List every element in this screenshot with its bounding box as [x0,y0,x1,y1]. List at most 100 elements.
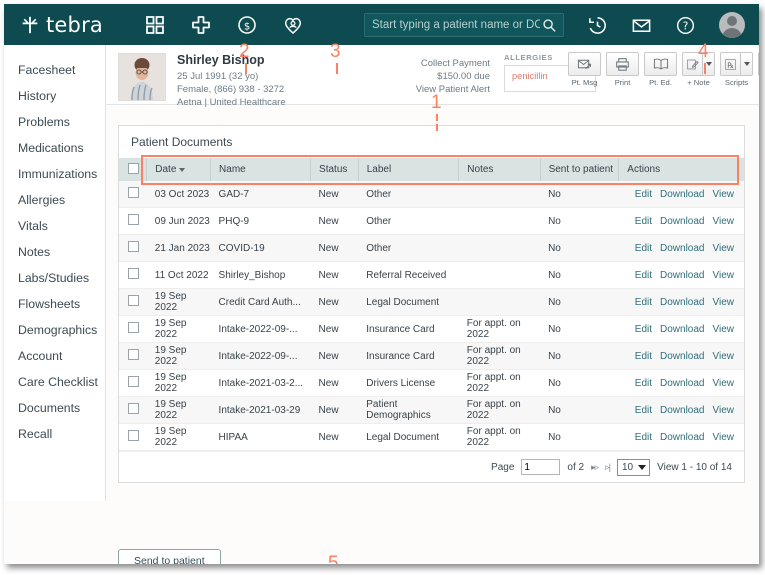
column-date[interactable]: Date [146,158,212,181]
mail-icon[interactable] [631,15,652,36]
sidebar-item-allergies[interactable]: Allergies [4,187,105,213]
last-page-button[interactable]: ▹| [605,462,611,473]
sidebar-item-facesheet[interactable]: Facesheet [4,57,105,83]
patient-search[interactable] [364,13,564,37]
row-action-view-link[interactable]: View [713,189,735,200]
select-all-checkbox[interactable] [128,162,139,174]
row-checkbox[interactable] [128,376,139,387]
plus-icon[interactable] [191,15,211,35]
grid-icon[interactable] [145,15,165,35]
pt-msg-button[interactable]: Pt. Msg [568,52,601,87]
table-row[interactable]: 19 Sep 2022 Intake-2022-09-... New Insuranc… [119,315,744,343]
row-checkbox[interactable] [128,214,139,225]
table-row[interactable]: 21 Jan 2023 COVID-19 New Other No Edit Downloa… [119,234,744,262]
row-checkbox[interactable] [128,187,139,198]
column-sent-to-patient[interactable]: Sent to patient [540,158,620,181]
row-action-edit-link[interactable]: Edit [635,243,652,254]
column-label[interactable]: Label [358,158,460,181]
scripts-button[interactable]: ℞ Scripts [720,52,753,87]
table-row[interactable]: 19 Sep 2022 Intake-2021-03-29 New Patient D… [119,396,744,424]
sidebar-item-account[interactable]: Account [4,343,105,369]
row-status: New [310,315,359,343]
help-icon[interactable]: ? [675,15,696,36]
row-action-view-link[interactable]: View [713,324,735,335]
row-action-view-link[interactable]: View [713,405,735,416]
sidebar-item-recall[interactable]: Recall [4,421,105,447]
row-action-download-link[interactable]: Download [660,270,704,281]
row-action-download-link[interactable]: Download [660,351,704,362]
table-row[interactable]: 19 Sep 2022 Intake-2022-09-... New Insuranc… [119,342,744,370]
page-size-select[interactable]: 10 [617,458,651,476]
patient-message-icon [568,52,601,76]
table-row[interactable]: 19 Sep 2022 Credit Card Auth... New Legal D… [119,288,744,316]
table-row[interactable]: 09 Jun 2023 PHQ-9 New Other No Edit Download Vi… [119,207,744,235]
row-action-edit-link[interactable]: Edit [635,270,652,281]
search-icon[interactable] [542,18,557,33]
column-date-label: Date [155,164,177,175]
row-action-download-link[interactable]: Download [660,216,704,227]
sidebar-item-problems[interactable]: Problems [4,109,105,135]
row-action-view-link[interactable]: View [713,432,735,443]
row-action-edit-link[interactable]: Edit [635,351,652,362]
next-page-button[interactable]: ▸▹ [591,462,599,473]
table-row[interactable]: 19 Sep 2022 HIPAA New Legal Document For app… [119,423,744,451]
row-action-view-link[interactable]: View [713,216,735,227]
column-notes[interactable]: Notes [458,158,541,181]
row-action-view-link[interactable]: View [713,378,735,389]
row-action-edit-link[interactable]: Edit [635,405,652,416]
row-action-edit-link[interactable]: Edit [635,189,652,200]
row-checkbox[interactable] [128,295,139,306]
row-action-download-link[interactable]: Download [660,189,704,200]
table-row[interactable]: 19 Sep 2022 Intake-2021-03-2... New Drivers… [119,369,744,397]
row-action-download-link[interactable]: Download [660,405,704,416]
brand-logo[interactable]: tebra [20,13,103,37]
row-checkbox[interactable] [128,241,139,252]
sidebar-item-care-checklist[interactable]: Care Checklist [4,369,105,395]
column-name[interactable]: Name [210,158,312,181]
row-action-download-link[interactable]: Download [660,324,704,335]
row-action-view-link[interactable]: View [713,297,735,308]
row-action-edit-link[interactable]: Edit [635,378,652,389]
sidebar-item-labs-studies[interactable]: Labs/Studies [4,265,105,291]
row-action-edit-link[interactable]: Edit [635,297,652,308]
row-checkbox[interactable] [128,322,139,333]
send-to-patient-button[interactable]: Send to patient [118,549,221,564]
print-button[interactable]: Print [606,52,639,87]
history-clock-icon[interactable] [587,15,608,36]
page-input[interactable] [521,459,561,475]
table-row[interactable]: 03 Oct 2023 GAD-7 New Other No Edit Download Vi… [119,181,744,208]
sidebar-item-history[interactable]: History [4,83,105,109]
row-checkbox[interactable] [128,268,139,279]
search-input[interactable] [365,18,542,32]
collect-payment-link[interactable]: Collect Payment [382,57,490,70]
avatar[interactable] [719,12,745,38]
row-action-view-link[interactable]: View [713,351,735,362]
row-action-download-link[interactable]: Download [660,243,704,254]
row-checkbox[interactable] [128,430,139,441]
row-checkbox[interactable] [128,349,139,360]
sidebar-item-documents[interactable]: Documents [4,395,105,421]
sidebar-item-notes[interactable]: Notes [4,239,105,265]
row-checkbox[interactable] [128,403,139,414]
row-action-edit-link[interactable]: Edit [635,432,652,443]
dollar-circle-icon[interactable]: $ [237,15,257,35]
row-action-edit-link[interactable]: Edit [635,216,652,227]
orders-button[interactable]: Orders [758,52,759,87]
row-action-download-link[interactable]: Download [660,432,704,443]
scripts-dropdown-caret[interactable] [740,52,753,76]
sidebar-item-immunizations[interactable]: Immunizations [4,161,105,187]
sidebar-item-vitals[interactable]: Vitals [4,213,105,239]
pt-ed-button[interactable]: Pt. Ed. [644,52,677,87]
row-action-view-link[interactable]: View [713,270,735,281]
column-status[interactable]: Status [310,158,359,181]
row-action-view-link[interactable]: View [713,243,735,254]
sidebar-item-demographics[interactable]: Demographics [4,317,105,343]
row-action-download-link[interactable]: Download [660,297,704,308]
table-row[interactable]: 11 Oct 2022 Shirley_Bishop New Referral Rec… [119,261,744,289]
sidebar-item-medications[interactable]: Medications [4,135,105,161]
row-name: COVID-19 [210,234,311,262]
patient-locator-icon[interactable] [283,15,303,35]
row-action-download-link[interactable]: Download [660,378,704,389]
row-action-edit-link[interactable]: Edit [635,324,652,335]
sidebar-item-flowsheets[interactable]: Flowsheets [4,291,105,317]
